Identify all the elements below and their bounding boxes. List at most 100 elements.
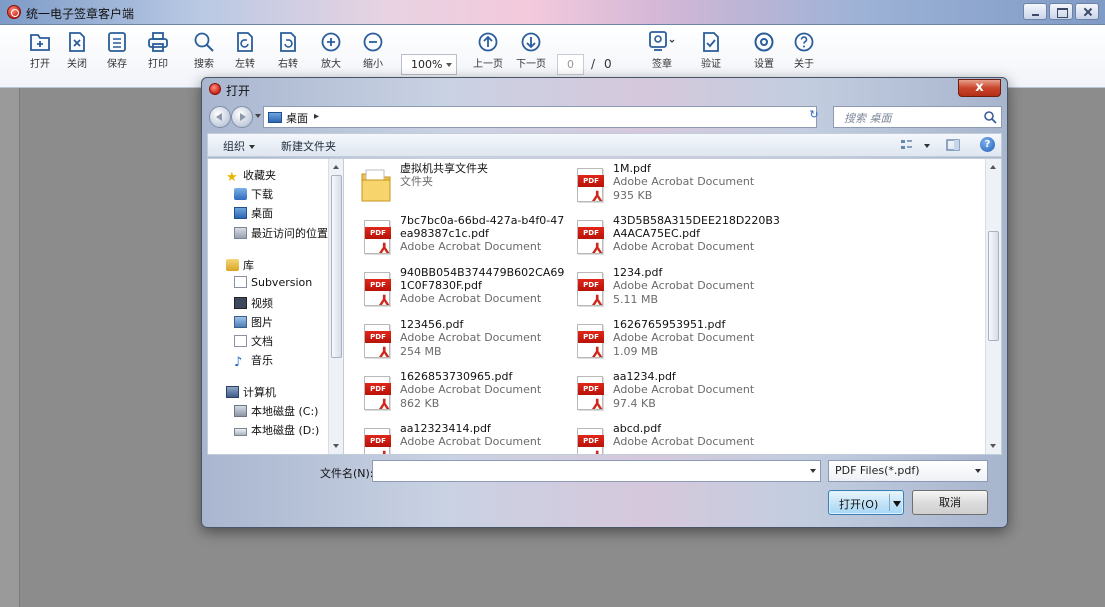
toolbar-next-page-button[interactable]: 下一页: [513, 30, 549, 80]
pdf-file-icon: PDF⅄: [569, 424, 607, 454]
toolbar-verify-button[interactable]: 验证: [693, 30, 729, 80]
nav-drive-c[interactable]: 本地磁盘 (C:): [234, 403, 318, 419]
address-crumb[interactable]: 桌面: [286, 110, 308, 126]
toolbar-save-button[interactable]: 保存: [99, 30, 135, 80]
toolbar-rotate-left-button[interactable]: 左转: [227, 30, 263, 80]
toolbar-about-button[interactable]: 关于: [786, 30, 822, 80]
cancel-button[interactable]: 取消: [912, 490, 988, 515]
file-item[interactable]: PDF ⅄ 1626853730965.pdf Adobe Acrobat Doc…: [356, 370, 561, 420]
rotate-right-icon: [280, 32, 296, 52]
filetype-select[interactable]: PDF Files(*.pdf): [828, 460, 988, 482]
toolbar-zoom-in-button[interactable]: 放大: [313, 30, 349, 80]
recent-locations-dropdown[interactable]: [255, 114, 261, 118]
file-item[interactable]: 虚拟机共享文件夹 文件夹: [356, 162, 561, 212]
nav-music[interactable]: ♪ 音乐: [234, 352, 273, 369]
music-library-icon: ♪: [234, 355, 243, 370]
scroll-down-icon[interactable]: [990, 444, 996, 448]
nav-downloads[interactable]: 下载: [234, 186, 273, 202]
nav-pictures[interactable]: 图片: [234, 314, 273, 330]
about-icon: [794, 32, 814, 52]
open-options-dropdown-icon[interactable]: [893, 501, 901, 507]
nav-favorites[interactable]: ★ 收藏夹: [226, 167, 276, 184]
toolbar-settings-button[interactable]: 设置: [746, 30, 782, 80]
computer-icon: [226, 386, 239, 398]
file-item[interactable]: PDF ⅄ 1626765953951.pdf Adobe Acrobat Doc…: [569, 318, 774, 368]
nav-subversion[interactable]: Subversion: [234, 276, 312, 289]
file-item[interactable]: PDF ⅄ 940BB054B374479B602CA691C0F7830F.pd…: [356, 266, 564, 316]
toolbar-print-button[interactable]: 打印: [140, 30, 176, 80]
pdf-file-icon: PDF⅄: [569, 216, 607, 256]
toolbar-search-button[interactable]: 搜索: [186, 30, 222, 80]
file-item[interactable]: PDF ⅄ 123456.pdf Adobe Acrobat Document 2…: [356, 318, 561, 368]
scroll-up-icon[interactable]: [990, 165, 996, 169]
file-item[interactable]: PDF ⅄ 1234.pdf Adobe Acrobat Document 5.1…: [569, 266, 774, 316]
close-doc-icon: [69, 32, 85, 52]
side-panel: [0, 88, 20, 607]
scroll-up-icon[interactable]: [333, 165, 339, 169]
view-dropdown-icon[interactable]: [924, 144, 930, 148]
nav-videos[interactable]: 视频: [234, 295, 273, 311]
file-item[interactable]: PDF ⅄ 43D5B58A315DEE218D220B3A4ACA75EC.pd…: [569, 214, 780, 264]
address-bar[interactable]: 桌面 ▸: [263, 106, 856, 128]
toolbar-prev-page-button[interactable]: 上一页: [470, 30, 506, 80]
toolbar-close-button[interactable]: 关闭: [59, 30, 95, 80]
forward-button[interactable]: [231, 106, 253, 128]
nav-computer[interactable]: 计算机: [226, 384, 276, 400]
help-icon[interactable]: ?: [980, 137, 995, 152]
maximize-button[interactable]: [1049, 3, 1073, 20]
desktop-icon: [234, 207, 247, 219]
new-folder-button[interactable]: 新建文件夹: [281, 138, 336, 154]
back-button[interactable]: [209, 106, 231, 128]
nav-recent-places[interactable]: 最近访问的位置: [234, 225, 328, 241]
scroll-down-icon[interactable]: [333, 444, 339, 448]
nav-documents[interactable]: 文档: [234, 333, 273, 349]
filetype-value: PDF Files(*.pdf): [835, 464, 920, 477]
search-icon[interactable]: [983, 110, 997, 124]
file-item[interactable]: PDF ⅄ 1M.pdf Adobe Acrobat Document 935 K…: [569, 162, 774, 212]
zoom-select[interactable]: 100%: [401, 54, 457, 75]
file-item[interactable]: PDF⅄ abcd.pdf Adobe Acrobat Document: [569, 422, 774, 454]
preview-pane-icon[interactable]: [945, 137, 961, 153]
nav-desktop[interactable]: 桌面: [234, 205, 273, 221]
pdf-file-icon: PDF⅄: [356, 320, 394, 360]
toolbar-zoom-out-button[interactable]: 缩小: [355, 30, 391, 80]
file-item[interactable]: PDF ⅄ 7bc7bc0a-66bd-427a-b4f0-47ea98387c1…: [356, 214, 564, 264]
filename-input[interactable]: [372, 460, 821, 482]
search-icon: [194, 32, 214, 52]
filename-history-dropdown[interactable]: [810, 469, 816, 473]
chevron-right-icon[interactable]: ▸: [314, 111, 319, 122]
scroll-thumb[interactable]: [988, 231, 999, 341]
nav-drive-d[interactable]: 本地磁盘 (D:): [234, 422, 319, 438]
video-library-icon: [234, 297, 247, 309]
pdf-file-icon: PDF⅄: [569, 320, 607, 360]
search-input[interactable]: 搜索 桌面: [833, 106, 1002, 128]
file-list-scrollbar[interactable]: [985, 159, 1001, 454]
verify-icon: [703, 32, 719, 52]
page-number-input[interactable]: 0: [557, 54, 584, 75]
dialog-close-button[interactable]: x: [958, 79, 1001, 97]
document-library-icon: [234, 276, 247, 288]
file-item[interactable]: PDF⅄ aa12323414.pdf Adobe Acrobat Docume…: [356, 422, 561, 454]
save-icon: [108, 32, 126, 52]
chevron-down-icon: [446, 63, 452, 67]
open-button[interactable]: 打开(O): [828, 490, 904, 515]
view-options-icon[interactable]: [899, 137, 915, 153]
organize-menu[interactable]: 组织: [223, 138, 255, 154]
refresh-icon[interactable]: ↻: [805, 108, 823, 124]
toolbar-open-button[interactable]: 打开: [22, 30, 58, 80]
minimize-button[interactable]: [1023, 3, 1047, 20]
pdf-file-icon: PDF⅄: [569, 164, 607, 204]
close-window-button[interactable]: [1075, 3, 1099, 20]
window-controls: [1023, 3, 1099, 20]
nav-libraries[interactable]: 库: [226, 257, 254, 273]
app-titlebar: 统一电子签章客户端: [0, 0, 1105, 25]
dialog-titlebar: 打开 x: [202, 78, 1007, 100]
toolbar-rotate-right-button[interactable]: 右转: [270, 30, 306, 80]
scroll-thumb[interactable]: [331, 175, 342, 358]
toolbar-stamp-button[interactable]: 签章: [644, 30, 680, 80]
file-item[interactable]: PDF ⅄ aa1234.pdf Adobe Acrobat Document 9…: [569, 370, 774, 420]
rotate-left-icon: [237, 32, 253, 52]
nav-scrollbar[interactable]: [328, 159, 344, 454]
split-divider: [889, 494, 890, 511]
recent-places-icon: [234, 227, 247, 239]
